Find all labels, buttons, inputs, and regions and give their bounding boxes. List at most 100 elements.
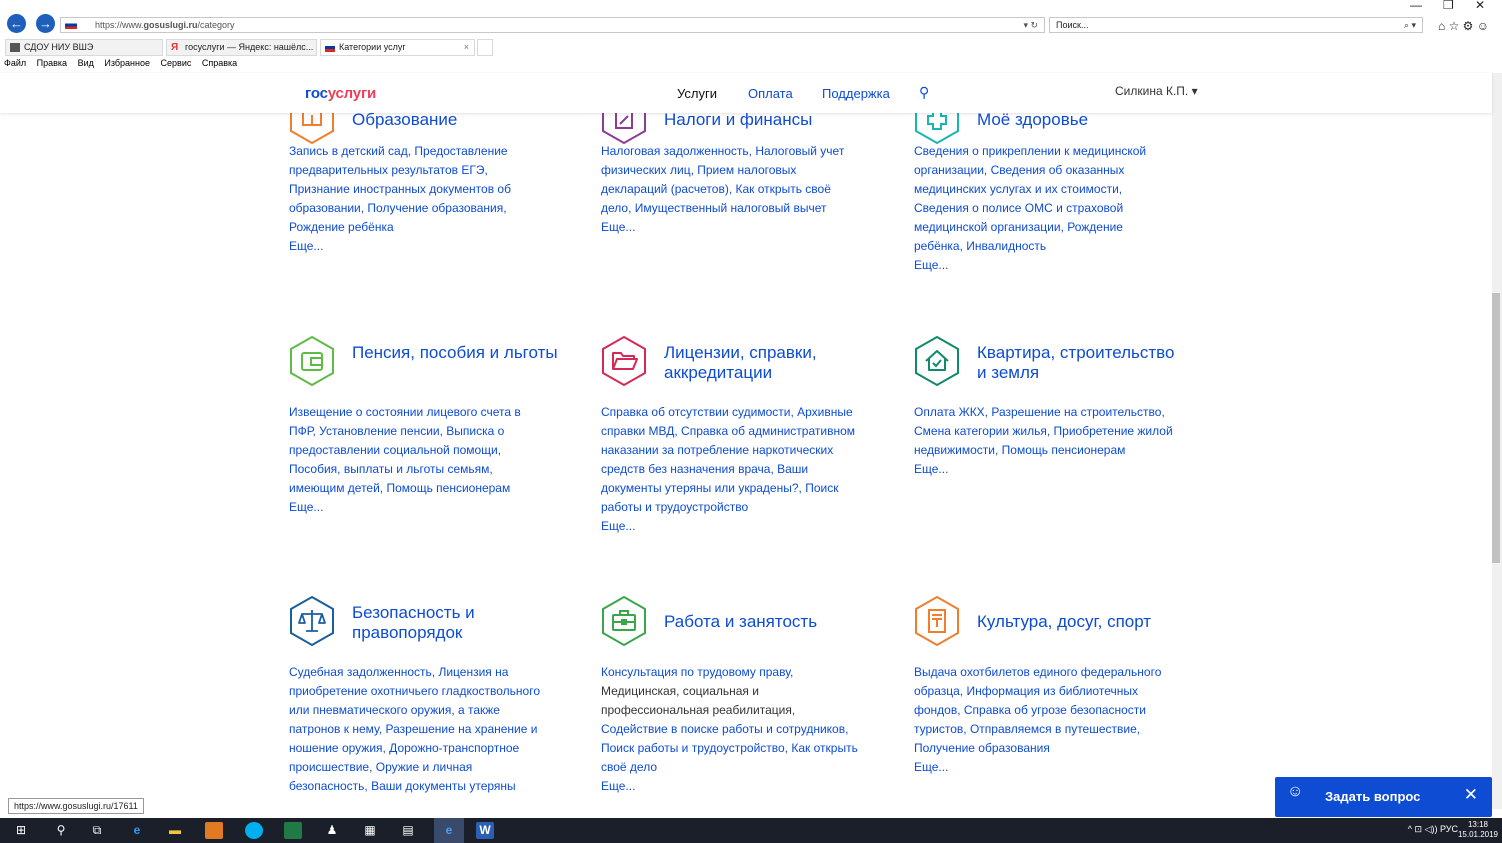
category-links[interactable]: Оплата ЖКХ, Разрешение на строительство,…: [914, 405, 1173, 457]
close-window-button[interactable]: ✕: [1475, 0, 1485, 12]
category-title[interactable]: Работа и занятость: [664, 612, 884, 632]
tab-close-icon[interactable]: ×: [464, 40, 469, 55]
site-search-icon[interactable]: ⚲: [919, 84, 929, 101]
tab-sdou[interactable]: СДОУ НИУ ВШЭ: [5, 39, 163, 56]
back-button[interactable]: ←: [7, 14, 26, 33]
category-links[interactable]: Сведения о прикреплении к медицинской ор…: [914, 144, 1146, 253]
category-desc: Консультация по трудовому праву, Медицин…: [601, 663, 861, 796]
category-title[interactable]: Безопасность и правопорядок: [352, 603, 572, 643]
category-links[interactable]: Запись в детский сад, Предоставление пре…: [289, 144, 511, 234]
menu-edit[interactable]: Правка: [37, 58, 67, 68]
page-icon: [10, 43, 20, 52]
gosuslugi-logo[interactable]: госуслуги: [305, 85, 376, 102]
menu-help[interactable]: Справка: [202, 58, 237, 68]
file-explorer-icon[interactable]: ▬: [166, 822, 184, 839]
restore-button[interactable]: ❐: [1443, 0, 1454, 12]
tab-label: Категории услуг: [339, 42, 406, 52]
url-path: /category: [197, 20, 235, 30]
address-row: ← → https://www.gosuslugi.ru/category ▾ …: [0, 14, 1502, 36]
tab-strip: СДОУ НИУ ВШЭ Я госуслуги — Яндекс: нашёл…: [0, 38, 1502, 57]
menu-favorites[interactable]: Избранное: [104, 58, 150, 68]
ask-question-widget[interactable]: ☺ Задать вопрос ✕: [1275, 777, 1492, 817]
search-icon[interactable]: ⌕ ▾: [1404, 18, 1416, 32]
user-menu[interactable]: Силкина К.П. ▾: [1115, 84, 1198, 98]
category-desc: Запись в детский сад, Предоставление пре…: [289, 142, 549, 256]
calendar-icon[interactable]: ▦: [361, 822, 379, 839]
menu-file[interactable]: Файл: [4, 58, 26, 68]
category-links[interactable]: Выдача охотбилетов единого федерального …: [914, 665, 1161, 755]
nav-services[interactable]: Услуги: [677, 86, 717, 101]
category-title[interactable]: Моё здоровье: [977, 113, 1197, 130]
toolbar-icons[interactable]: ⌂ ☆ ⚙ ☺: [1438, 19, 1489, 33]
category-title[interactable]: Культура, досуг, спорт: [977, 612, 1187, 632]
category-education[interactable]: Образование Запись в детский сад, Предос…: [289, 113, 559, 293]
word-icon[interactable]: W: [476, 822, 494, 839]
outlook-icon[interactable]: [205, 822, 223, 839]
skype-icon[interactable]: [245, 822, 263, 839]
category-employment[interactable]: Работа и занятость Консультация по трудо…: [601, 595, 871, 809]
nav-support[interactable]: Поддержка: [822, 86, 890, 101]
more-link[interactable]: Еще...: [601, 517, 861, 536]
menu-view[interactable]: Вид: [78, 58, 94, 68]
scroll-thumb[interactable]: [1492, 293, 1500, 563]
calculator-icon[interactable]: ▤: [399, 822, 417, 839]
more-link[interactable]: Еще...: [601, 218, 861, 237]
category-security[interactable]: Безопасность и правопорядок Судебная зад…: [289, 595, 559, 809]
tab-yandex[interactable]: Я госуслуги — Яндекс: нашёлс...: [166, 39, 317, 56]
more-link[interactable]: Еще...: [914, 460, 1174, 479]
category-links[interactable]: Консультация по трудовому праву,: [601, 665, 793, 679]
site-header: госуслуги Услуги Оплата Поддержка ⚲ Силк…: [0, 73, 1492, 113]
more-link[interactable]: Еще...: [289, 237, 549, 256]
category-links[interactable]: Извещение о состоянии лицевого счета в П…: [289, 405, 521, 495]
refresh-icon[interactable]: ▾ ↻: [1023, 18, 1038, 32]
start-icon[interactable]: ⊞: [12, 822, 30, 839]
more-link[interactable]: Еще...: [914, 758, 1174, 777]
edge-icon[interactable]: e: [128, 822, 146, 839]
category-pension[interactable]: Пенсия, пособия и льготы Извещение о сос…: [289, 335, 559, 535]
task-view-icon[interactable]: ⧉: [88, 822, 106, 839]
minimize-button[interactable]: —: [1410, 0, 1422, 12]
category-links-visited[interactable]: Медицинская, социальная и профессиональн…: [601, 684, 792, 717]
category-links[interactable]: Налоговая задолженность, Налоговый учет …: [601, 144, 844, 215]
nav-payment[interactable]: Оплата: [748, 86, 793, 101]
more-link[interactable]: Еще...: [601, 777, 861, 796]
address-bar[interactable]: https://www.gosuslugi.ru/category ▾ ↻: [60, 17, 1045, 33]
app-icon[interactable]: ♟: [323, 822, 341, 839]
status-bar-url: https://www.gosuslugi.ru/17611: [8, 798, 144, 814]
clock-time: 13:18: [1467, 820, 1488, 829]
medical-cross-icon: [915, 113, 959, 145]
page-scrollbar[interactable]: [1492, 73, 1502, 809]
system-tray[interactable]: ^ ⊡ ◁)) РУС: [1408, 824, 1458, 835]
ask-question-label[interactable]: Задать вопрос: [1325, 789, 1420, 804]
clock[interactable]: 13:18 15.01.2019: [1458, 820, 1498, 840]
category-housing[interactable]: Квартира, строительство и земля Оплата Ж…: [914, 335, 1184, 535]
category-links[interactable]: Справка об отсутствии судимости, Архивны…: [601, 405, 855, 514]
search-icon[interactable]: ⚲: [52, 822, 70, 839]
category-title[interactable]: Квартира, строительство и земля: [977, 343, 1177, 383]
category-title[interactable]: Лицензии, справки, аккредитации: [664, 343, 884, 383]
briefcase-icon: [602, 595, 646, 647]
excel-icon[interactable]: [284, 822, 302, 839]
browser-search-input[interactable]: Поиск... ⌕ ▾: [1049, 17, 1423, 33]
category-links[interactable]: Судебная задолженность, Лицензия на прио…: [289, 665, 540, 793]
internet-explorer-icon[interactable]: e: [434, 818, 464, 843]
menu-tools[interactable]: Сервис: [161, 58, 192, 68]
category-culture[interactable]: Культура, досуг, спорт Выдача охотбилето…: [914, 595, 1184, 795]
category-licenses[interactable]: Лицензии, справки, аккредитации Справка …: [601, 335, 871, 575]
category-title[interactable]: Пенсия, пособия и льготы: [352, 343, 572, 363]
category-title[interactable]: Образование: [352, 113, 572, 130]
tab-categories[interactable]: Категории услуг ×: [320, 39, 475, 56]
category-title[interactable]: Налоги и финансы: [664, 113, 884, 130]
percent-icon: [602, 113, 646, 145]
category-health[interactable]: Моё здоровье Сведения о прикреплении к м…: [914, 113, 1184, 313]
new-tab-button[interactable]: [477, 39, 493, 56]
more-link[interactable]: Еще...: [289, 498, 549, 517]
forward-button[interactable]: →: [36, 14, 55, 33]
category-desc: Извещение о состоянии лицевого счета в П…: [289, 403, 549, 517]
category-taxes[interactable]: Налоги и финансы Налоговая задолженность…: [601, 113, 871, 293]
close-icon[interactable]: ✕: [1464, 785, 1478, 805]
tab-label: СДОУ НИУ ВШЭ: [24, 42, 94, 52]
more-link[interactable]: Еще...: [914, 256, 1174, 275]
menu-bar: Файл Правка Вид Избранное Сервис Справка: [0, 58, 1502, 72]
category-desc: Сведения о прикреплении к медицинской ор…: [914, 142, 1174, 275]
